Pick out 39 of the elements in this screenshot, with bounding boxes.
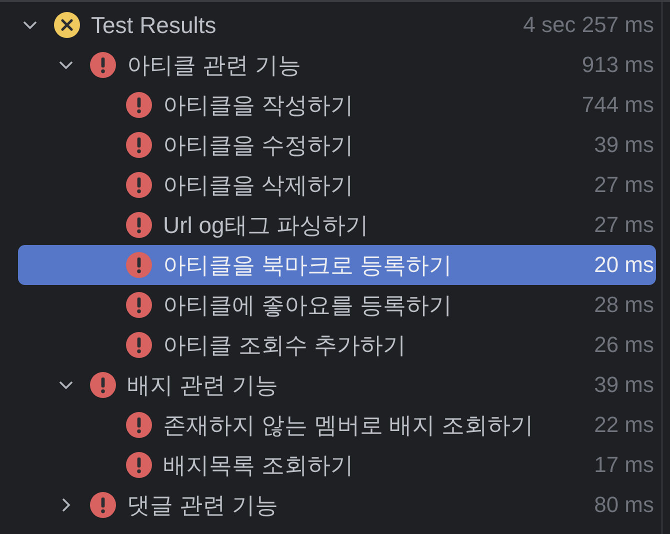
test-duration: 27 ms (594, 213, 654, 237)
test-name: 아티클을 작성하기 (163, 90, 354, 120)
test-duration: 17 ms (594, 453, 654, 477)
tree-row[interactable]: 아티클을 수정하기 39 ms (18, 125, 656, 165)
test-name: 아티클을 삭제하기 (163, 170, 354, 200)
test-duration: 20 ms (594, 253, 654, 277)
test-name: 아티클 관련 기능 (127, 50, 301, 80)
tree-row[interactable]: 아티클을 삭제하기 27 ms (18, 165, 656, 205)
tree-row[interactable]: 배지목록 조회하기 17 ms (18, 445, 656, 485)
test-name: 아티클 조회수 추가하기 (163, 330, 406, 360)
tree-row[interactable]: 아티클을 작성하기 744 ms (18, 85, 656, 125)
tree-row[interactable]: 아티클 관련 기능 913 ms (18, 45, 656, 85)
test-name: 댓글 관련 기능 (127, 490, 278, 520)
tree-row[interactable]: 아티클에 좋아요를 등록하기 28 ms (18, 285, 656, 325)
tree-row[interactable]: 댓글 관련 기능 80 ms (18, 485, 656, 525)
tree-row[interactable]: Test Results 4 sec 257 ms (18, 5, 656, 45)
test-name: Test Results (91, 12, 216, 38)
test-duration: 27 ms (594, 173, 654, 197)
test-name: 아티클을 수정하기 (163, 130, 354, 160)
tree-row[interactable]: 아티클 조회수 추가하기 26 ms (18, 325, 656, 365)
test-name: 배지 관련 기능 (127, 370, 278, 400)
test-duration: 26 ms (594, 333, 654, 357)
test-name: 존재하지 않는 멤버로 배지 조회하기 (163, 410, 534, 440)
test-name: Url og태그 파싱하기 (163, 210, 369, 240)
tree-row[interactable]: 아티클을 북마크로 등록하기 20 ms (18, 245, 656, 285)
test-duration: 4 sec 257 ms (523, 13, 654, 37)
test-name: 아티클을 북마크로 등록하기 (163, 250, 452, 280)
tree-row[interactable]: 존재하지 않는 멤버로 배지 조회하기 22 ms (18, 405, 656, 445)
test-duration: 28 ms (594, 293, 654, 317)
test-duration: 913 ms (582, 53, 654, 77)
test-duration: 744 ms (582, 93, 654, 117)
test-duration: 22 ms (594, 413, 654, 437)
tree-row[interactable]: 배지 관련 기능 39 ms (18, 365, 656, 405)
test-name: 배지목록 조회하기 (163, 450, 354, 480)
test-duration: 80 ms (594, 493, 654, 517)
test-name: 아티클에 좋아요를 등록하기 (163, 290, 452, 320)
test-duration: 39 ms (594, 373, 654, 397)
tree-row[interactable]: Url og태그 파싱하기 27 ms (18, 205, 656, 245)
test-duration: 39 ms (594, 133, 654, 157)
